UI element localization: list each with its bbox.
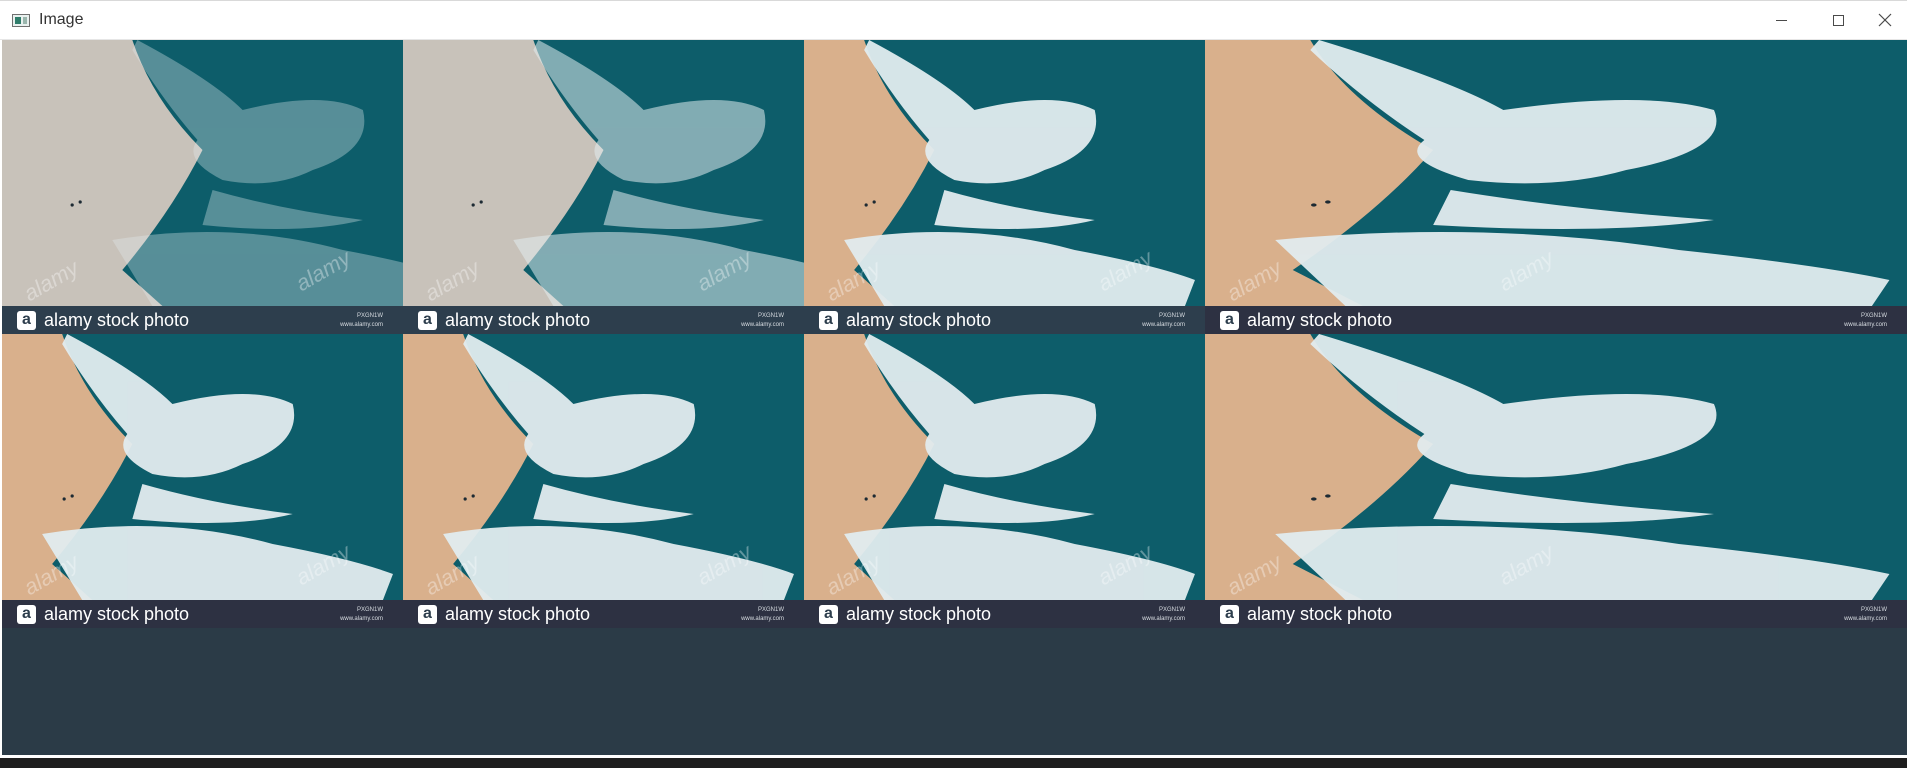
beach-aerial-photo: alamy alamy [804,334,1205,600]
beach-aerial-photo: alamy alamy [403,40,804,306]
image-tile: alamy alamy a alamy stock photo PXGN1W www.al… [403,334,804,628]
banner-text: alamy stock photo [44,309,190,330]
image-id: PXGN1W [757,607,784,613]
image-id: PXGN1W [1860,313,1887,319]
site-url: www.alamy.com [1142,322,1185,328]
banner-text: alamy stock photo [44,603,190,624]
beach-aerial-photo: alamy alamy [1205,334,1907,600]
watermark-banner: a alamy stock photo PXGN1W www.alamy.com [403,306,804,334]
banner-meta: PXGN1W www.alamy.com [741,606,784,624]
site-url: www.alamy.com [340,322,383,328]
image-window: Image alamy alamy a alamy stock photo PXGN1W… [0,0,1907,759]
site-url: www.alamy.com [741,322,784,328]
watermark-banner: a alamy stock photo PXGN1W www.alamy.com [2,306,403,334]
image-tile: alamy alamy a alamy stock photo PXGN1W www.al… [1205,40,1907,334]
watermark-banner: a alamy stock photo PXGN1W www.alamy.com [1205,600,1907,628]
alamy-logo-icon: a [17,310,36,330]
image-tile: alamy alamy a alamy stock photo PXGN1W www.al… [2,334,403,628]
banner-meta: PXGN1W www.alamy.com [1844,312,1887,330]
banner-text: alamy stock photo [445,603,591,624]
banner-text: alamy stock photo [445,309,591,330]
site-url: www.alamy.com [1142,616,1185,622]
image-id: PXGN1W [757,313,784,319]
image-canvas: alamy alamy a alamy stock photo PXGN1W www.al… [2,40,1907,755]
beach-aerial-photo: alamy alamy [804,40,1205,306]
image-tile: alamy alamy a alamy stock photo PXGN1W www.al… [403,40,804,334]
image-id: PXGN1W [356,313,383,319]
maximize-button[interactable] [1810,1,1866,39]
alamy-logo-icon: a [1220,604,1239,624]
banner-text: alamy stock photo [1247,309,1393,330]
site-url: www.alamy.com [340,616,383,622]
banner-meta: PXGN1W www.alamy.com [1142,312,1185,330]
taskbar-strip [0,758,1907,768]
banner-text: alamy stock photo [1247,603,1393,624]
image-id: PXGN1W [1158,313,1185,319]
banner-meta: PXGN1W www.alamy.com [1142,606,1185,624]
site-url: www.alamy.com [741,616,784,622]
alamy-logo-icon: a [819,310,838,330]
banner-text: alamy stock photo [846,603,992,624]
image-tile: alamy alamy a alamy stock photo PXGN1W www.al… [1205,334,1907,628]
watermark-banner: a alamy stock photo PXGN1W www.alamy.com [804,306,1205,334]
maximize-icon [1832,14,1844,26]
alamy-logo-icon: a [418,310,437,330]
banner-meta: PXGN1W www.alamy.com [1844,606,1887,624]
image-id: PXGN1W [1158,607,1185,613]
title-bar[interactable]: Image [0,1,1907,40]
beach-aerial-photo: alamy alamy [403,334,804,600]
alamy-logo-icon: a [17,604,36,624]
watermark-banner: a alamy stock photo PXGN1W www.alamy.com [804,600,1205,628]
close-button[interactable] [1862,1,1907,39]
beach-aerial-photo: alamy alamy [2,334,403,600]
watermark-banner: a alamy stock photo PXGN1W www.alamy.com [1205,306,1907,334]
window-title: Image [39,11,84,28]
app-icon [12,13,30,27]
banner-meta: PXGN1W www.alamy.com [741,312,784,330]
site-url: www.alamy.com [1844,322,1887,328]
alamy-logo-icon: a [418,604,437,624]
watermark-banner: a alamy stock photo PXGN1W www.alamy.com [403,600,804,628]
image-tile: alamy alamy a alamy stock photo PXGN1W www.al… [804,40,1205,334]
image-id: PXGN1W [356,607,383,613]
minimize-icon [1775,19,1787,21]
image-tile: alamy alamy a alamy stock photo PXGN1W www.al… [2,40,403,334]
banner-meta: PXGN1W www.alamy.com [340,606,383,624]
close-icon [1878,13,1891,27]
site-url: www.alamy.com [1844,616,1887,622]
beach-aerial-photo: alamy alamy [2,40,403,306]
alamy-logo-icon: a [1220,310,1239,330]
banner-text: alamy stock photo [846,309,992,330]
banner-meta: PXGN1W www.alamy.com [340,312,383,330]
alamy-logo-icon: a [819,604,838,624]
image-id: PXGN1W [1860,607,1887,613]
watermark-banner: a alamy stock photo PXGN1W www.alamy.com [2,600,403,628]
beach-aerial-photo: alamy alamy [1205,40,1907,306]
image-tile: alamy alamy a alamy stock photo PXGN1W www.al… [804,334,1205,628]
minimize-button[interactable] [1753,1,1809,39]
